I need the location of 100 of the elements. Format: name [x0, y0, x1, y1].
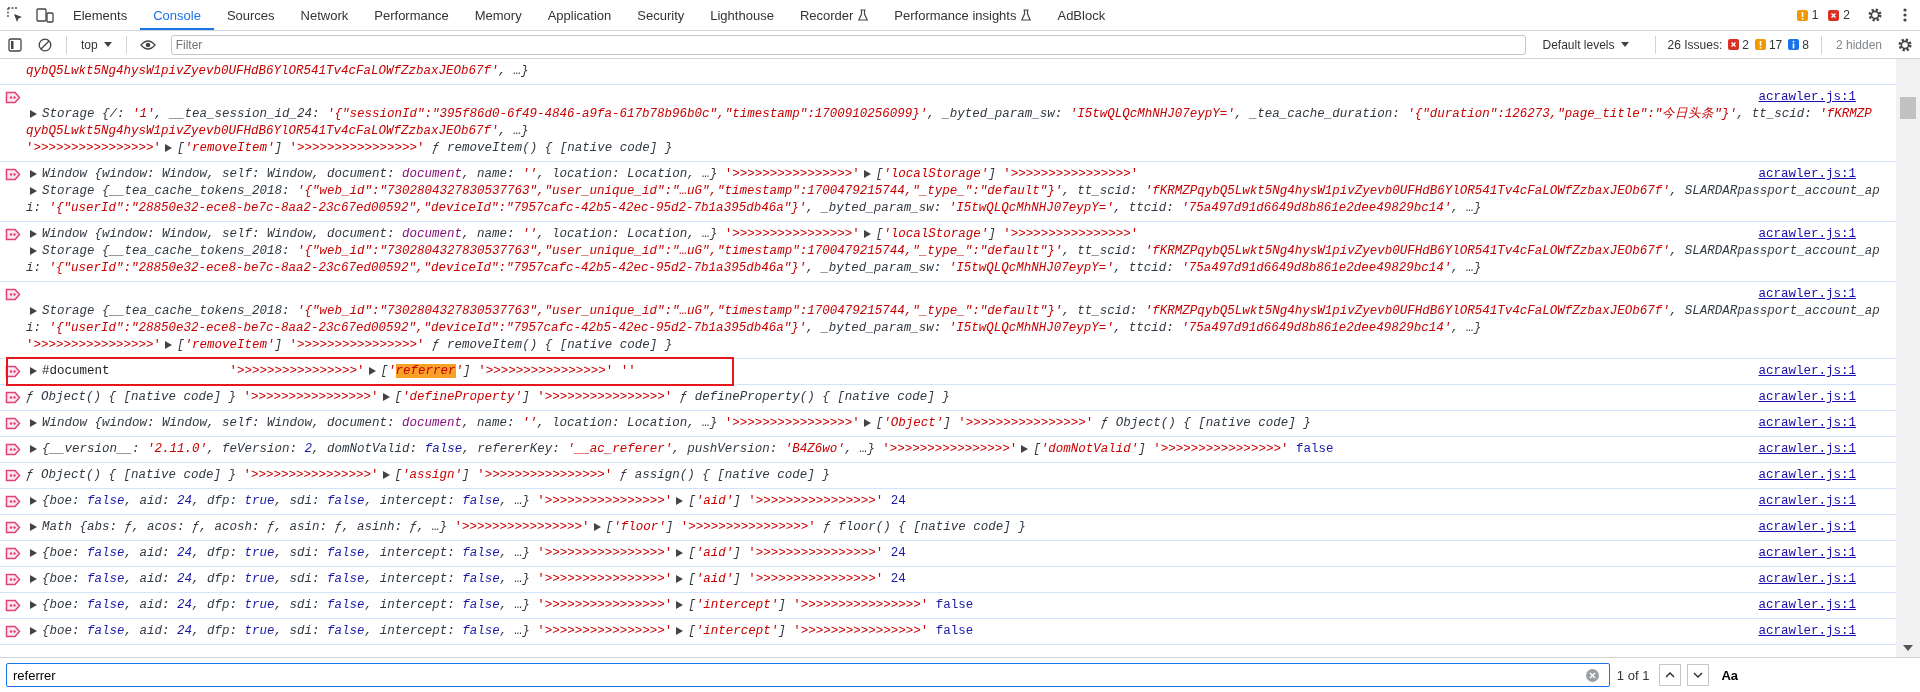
- panel-tab[interactable]: Network: [287, 0, 362, 30]
- log-text: ['localStorage'] '>>>>>>>>>>>>>>>>': [875, 167, 1139, 181]
- panel-tab[interactable]: Performance: [361, 0, 462, 30]
- issues-button[interactable]: 26 Issues: 2 17 8: [1661, 37, 1815, 52]
- sidebar-icon[interactable]: [8, 37, 22, 52]
- source-link[interactable]: acrawler.js:1: [1758, 89, 1856, 106]
- expand-arrow-icon[interactable]: [676, 600, 684, 609]
- log-text: i: '{"userId":"28850e32-ece8-be7c-8aa2-23c67ed00592","deviceId":"7957cafc-42b5-42ec-95d2-7b1a395db46a"}', _byted_param_sw: 'I5twQLQcMhNHJ07eypY=', ttcid: '75a497d91d6649d8b861e2dee49829bc14', …}: [26, 261, 1482, 275]
- panel-tab[interactable]: Console: [140, 0, 214, 30]
- eye-icon[interactable]: [139, 38, 156, 51]
- log-message-icon: [5, 469, 21, 482]
- expand-arrow-icon[interactable]: [30, 444, 37, 453]
- error-icon: [1828, 9, 1840, 21]
- expand-arrow-icon[interactable]: [165, 143, 173, 152]
- expand-arrow-icon[interactable]: [368, 366, 376, 375]
- context-dropdown[interactable]: top: [73, 35, 120, 54]
- log-text: ['intercept'] '>>>>>>>>>>>>>>>>' false: [688, 624, 974, 638]
- source-link[interactable]: acrawler.js:1: [1758, 415, 1856, 432]
- expand-arrow-icon[interactable]: [30, 574, 37, 583]
- log-text: ƒ Object() { [native code] } '>>>>>>>>>>>>>>>>': [26, 390, 379, 404]
- chevron-down-icon: [1693, 672, 1704, 678]
- expand-arrow-icon[interactable]: [30, 522, 37, 531]
- expand-arrow-icon[interactable]: [30, 496, 37, 505]
- scroll-down-icon[interactable]: [1903, 645, 1913, 651]
- expand-arrow-icon[interactable]: [676, 496, 684, 505]
- log-text: Math {abs: ƒ, acos: ƒ, acosh: ƒ, asin: ƒ, asinh: ƒ, …} '>>>>>>>>>>>>>>>>': [42, 520, 590, 534]
- expand-arrow-icon[interactable]: [382, 470, 390, 479]
- panel-tab[interactable]: Sources: [213, 0, 288, 30]
- source-link[interactable]: acrawler.js:1: [1758, 286, 1856, 303]
- log-message-icon: [5, 443, 21, 456]
- log-text: ['removeItem'] '>>>>>>>>>>>>>>>>' ƒ removeItem() { [native code] }: [177, 141, 673, 155]
- expand-arrow-icon[interactable]: [593, 522, 601, 531]
- panel-tab[interactable]: Application: [534, 0, 625, 30]
- source-link[interactable]: acrawler.js:1: [1758, 571, 1856, 588]
- panel-tab[interactable]: Memory: [461, 0, 535, 30]
- expand-arrow-icon[interactable]: [30, 306, 37, 315]
- expand-arrow-icon[interactable]: [863, 169, 871, 178]
- panel-tab[interactable]: Lighthouse: [697, 0, 787, 30]
- log-text: ['aid'] '>>>>>>>>>>>>>>>>' 24: [688, 494, 906, 508]
- expand-arrow-icon[interactable]: [30, 418, 37, 427]
- clear-icon[interactable]: [1585, 668, 1599, 682]
- log-text: Storage {/: '1', __tea_session_id_24: '{"sessionId":"395f86d0-6f49-4846-a9fa-617b78b96b0c","timestamp":1700910256099}', _byted_param_sw: 'I5twQLQcMhNHJ07eypY=', _tea_cache_duration: '{"duration":126273,"page_title":"今日头条"}', tt_scid: 'fKRMZP: [42, 107, 1872, 121]
- expand-arrow-icon[interactable]: [863, 229, 871, 238]
- log-text: ƒ Object() { [native code] } '>>>>>>>>>>>>>>>>': [26, 468, 379, 482]
- log-text: Window {window: Window, self: Window, document: document, name: '', location: Location, …} '>>>>>>>>>>>>>>>>': [42, 227, 860, 241]
- settings-icon[interactable]: [1897, 36, 1913, 53]
- clear-console-icon[interactable]: [38, 37, 52, 52]
- filter-field[interactable]: Filter: [170, 34, 1527, 55]
- source-link[interactable]: acrawler.js:1: [1758, 363, 1856, 380]
- log-text: '>>>>>>>>>>>>>>>>': [26, 338, 162, 352]
- source-link[interactable]: acrawler.js:1: [1758, 597, 1856, 614]
- log-message-icon: [5, 365, 21, 378]
- expand-arrow-icon[interactable]: [676, 548, 684, 557]
- source-link[interactable]: acrawler.js:1: [1758, 166, 1856, 183]
- source-link[interactable]: acrawler.js:1: [1758, 389, 1856, 406]
- expand-arrow-icon[interactable]: [30, 548, 37, 557]
- match-case-toggle[interactable]: Aa: [1715, 666, 1744, 684]
- expand-arrow-icon[interactable]: [676, 574, 684, 583]
- source-link[interactable]: acrawler.js:1: [1758, 441, 1856, 458]
- source-link[interactable]: acrawler.js:1: [1758, 226, 1856, 243]
- expand-arrow-icon[interactable]: [30, 600, 37, 609]
- expand-arrow-icon[interactable]: [30, 366, 37, 375]
- levels-dropdown[interactable]: Default levels: [1534, 37, 1637, 52]
- log-text: i: '{"userId":"28850e32-ece8-be7c-8aa2-23c67ed00592","deviceId":"7957cafc-42b5-42ec-95d2-7b1a395db46a"}', _byted_param_sw: 'I5twQLQcMhNHJ07eypY=', ttcid: '75a497d91d6649d8b861e2dee49829bc14', …}: [26, 201, 1482, 215]
- panel-tab[interactable]: Security: [624, 0, 698, 30]
- scrollbar-thumb[interactable]: [1900, 97, 1916, 119]
- source-link[interactable]: acrawler.js:1: [1758, 519, 1856, 536]
- source-link[interactable]: acrawler.js:1: [1758, 467, 1856, 484]
- expand-arrow-icon[interactable]: [676, 626, 684, 635]
- expand-arrow-icon[interactable]: [382, 392, 390, 401]
- expand-arrow-icon[interactable]: [1021, 444, 1029, 453]
- scrollbar[interactable]: [1896, 59, 1920, 657]
- log-message-icon: [5, 625, 21, 638]
- previous-match-button[interactable]: [1659, 664, 1682, 686]
- panel-tab[interactable]: Performance insights: [881, 0, 1045, 30]
- log-text: {boe: false, aid: 24, dfp: true, sdi: false, intercept: false, …} '>>>>>>>>>>>>>>>>': [42, 572, 673, 586]
- issue-count: 17: [1768, 37, 1783, 52]
- hidden-count: 2 hidden: [1834, 37, 1883, 52]
- log-message-icon: [5, 168, 21, 181]
- expand-arrow-icon[interactable]: [165, 340, 173, 349]
- log-text: qybQ5Lwkt5Ng4hysW1pivZyevb0UFHdB6YlOR541Tv4cFaLOWfZzbaxJEOb67f', …}: [26, 124, 529, 138]
- issue-count: 8: [1802, 37, 1809, 52]
- expand-arrow-icon[interactable]: [30, 626, 37, 635]
- log-text: Storage {__tea_cache_tokens_2018: '{"web_id":"7302804327830537763","user_unique_id":"…uG","timestamp":1700479215744,"_type_":"default"}', tt_scid: 'fKRMZPqybQ5Lwkt5Ng4hysW1pivZyevb0UFHdB6YlOR541Tv4cFaLOWfZzbaxJEOb67f', SLARDARpassport_account_ap: [42, 184, 1880, 198]
- source-link[interactable]: acrawler.js:1: [1758, 623, 1856, 640]
- log-message-icon: [5, 417, 21, 430]
- panel-tab[interactable]: Elements: [60, 0, 141, 30]
- inspect-icon[interactable]: [7, 7, 23, 23]
- source-link[interactable]: acrawler.js:1: [1758, 545, 1856, 562]
- settings-icon[interactable]: [1867, 7, 1883, 23]
- search-field[interactable]: referrer: [6, 663, 1610, 687]
- device-toggle-icon[interactable]: [36, 7, 54, 23]
- expand-arrow-icon[interactable]: [863, 418, 871, 427]
- source-link[interactable]: acrawler.js:1: [1758, 493, 1856, 510]
- panel-tab[interactable]: Recorder: [786, 0, 882, 30]
- log-text: {boe: false, aid: 24, dfp: true, sdi: false, intercept: false, …} '>>>>>>>>>>>>>>>>': [42, 494, 673, 508]
- more-options-icon[interactable]: [1903, 8, 1907, 22]
- panel-tab[interactable]: AdBlock: [1044, 0, 1119, 30]
- expand-arrow-icon[interactable]: [30, 109, 37, 118]
- next-match-button[interactable]: [1687, 664, 1710, 686]
